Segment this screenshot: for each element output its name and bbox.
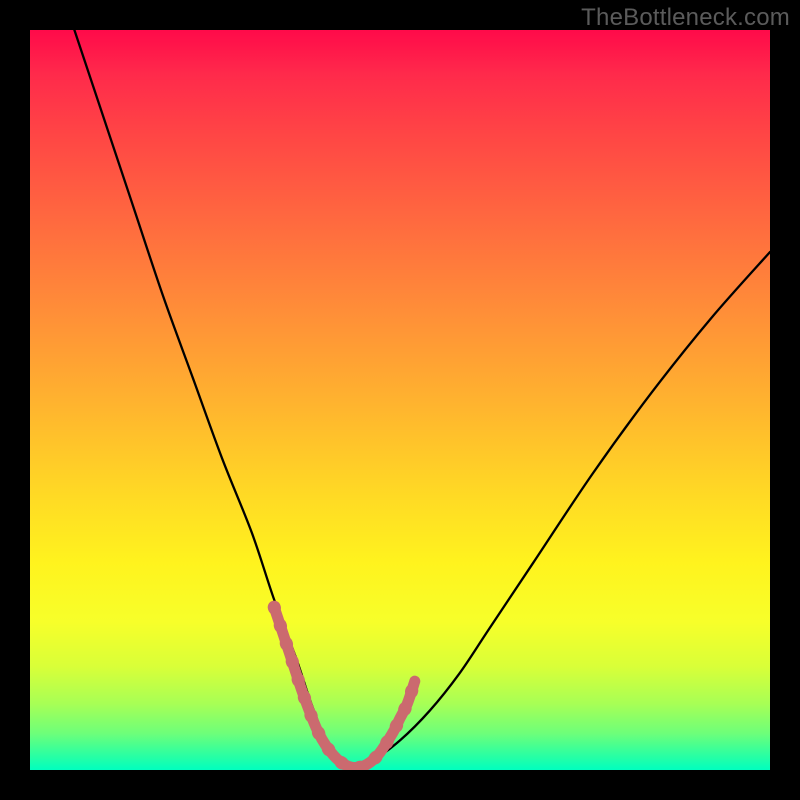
watermark-text: TheBottleneck.com <box>581 4 790 32</box>
chart-frame: TheBottleneck.com <box>0 0 800 800</box>
chart-svg <box>30 30 770 770</box>
plot-area <box>30 30 770 770</box>
optimal-range-marker-line <box>274 607 415 767</box>
bottleneck-curve <box>74 30 770 770</box>
